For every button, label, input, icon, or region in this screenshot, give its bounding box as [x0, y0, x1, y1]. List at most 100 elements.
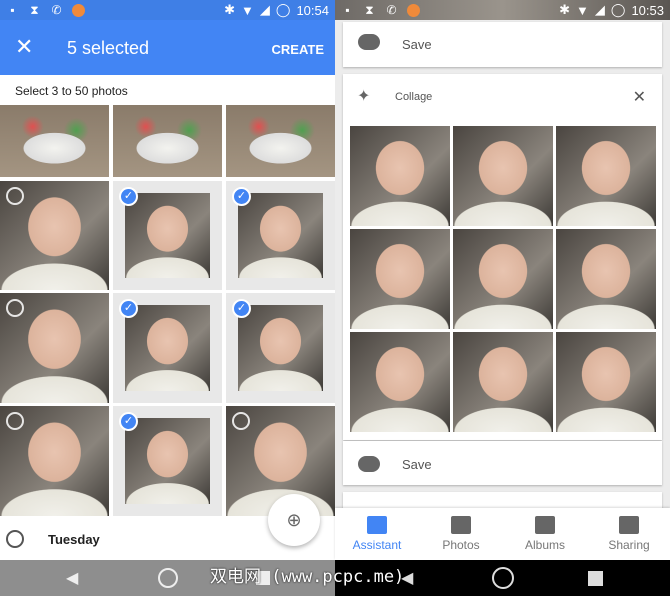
photo-thumbnail[interactable]: ✓	[113, 406, 222, 516]
collage-card: ✦ Collage ✕	[343, 74, 662, 440]
collage-photo	[350, 229, 450, 329]
photo-thumbnail[interactable]	[113, 105, 222, 177]
photo-image	[350, 126, 450, 226]
save-label: Save	[402, 37, 432, 52]
collage-photo	[556, 229, 656, 329]
wifi-icon: ▼	[576, 2, 589, 18]
tab-sharing[interactable]: Sharing	[587, 508, 670, 560]
cloud-download-icon	[358, 456, 380, 472]
back-button[interactable]: ◀	[66, 568, 78, 588]
assistant-icon	[367, 516, 387, 534]
tab-label: Albums	[524, 538, 565, 552]
create-button[interactable]: CREATE	[272, 42, 324, 57]
photo-image	[0, 105, 109, 177]
battery-icon: ◯	[610, 2, 626, 17]
selected-check-icon[interactable]: ✓	[119, 412, 138, 431]
tab-label: Photos	[442, 538, 480, 552]
recents-button[interactable]	[588, 571, 603, 586]
save-card-bottom[interactable]: Save	[343, 441, 662, 485]
tab-albums[interactable]: Albums	[503, 508, 587, 560]
albums-icon	[535, 516, 555, 534]
home-button[interactable]	[492, 567, 514, 589]
watermark: 双电网 (www.pcpc.me)	[210, 567, 405, 587]
collage-photo	[453, 332, 553, 432]
phone-icon: ✆	[51, 2, 62, 17]
app-bar: ✕ 5 selected CREATE	[0, 20, 335, 75]
photo-image	[453, 126, 553, 226]
tab-label: Assistant	[352, 538, 402, 552]
status-time: 10:54	[296, 2, 329, 18]
ram-icon	[72, 3, 85, 17]
sparkle-icon: ✦	[357, 88, 371, 105]
page-title: 5 selected	[67, 38, 150, 58]
date-label: Tuesday	[48, 532, 100, 547]
hourglass-icon: ⧗	[30, 2, 39, 17]
dismiss-icon[interactable]: ✕	[633, 87, 646, 107]
signal-icon: ◢	[594, 2, 605, 17]
bluetooth-icon: ✱	[559, 2, 571, 17]
photo-image	[453, 229, 553, 329]
photo-image	[125, 418, 210, 504]
bluetooth-icon: ✱	[224, 2, 236, 17]
tab-label: Sharing	[608, 538, 650, 552]
collage-photo	[453, 229, 553, 329]
photo-image	[453, 332, 553, 432]
photo-image	[125, 193, 210, 278]
photo-thumbnail[interactable]: ✓	[113, 181, 222, 290]
photo-image	[226, 105, 335, 177]
zoom-in-icon: ⊕	[286, 510, 302, 530]
image-icon: ▪	[345, 2, 350, 17]
hourglass-icon: ⧗	[365, 2, 374, 17]
photo-image	[350, 229, 450, 329]
photo-image	[556, 229, 656, 329]
save-label: Save	[402, 457, 432, 472]
wifi-icon: ▼	[241, 2, 254, 18]
photo-image	[556, 332, 656, 432]
photo-image	[113, 105, 222, 177]
select-date-checkbox[interactable]	[6, 530, 24, 548]
collage-photo	[453, 126, 553, 226]
home-button[interactable]	[158, 568, 178, 588]
selected-check-icon[interactable]: ✓	[232, 187, 251, 206]
selected-check-icon[interactable]: ✓	[119, 299, 138, 318]
tab-assistant[interactable]: Assistant	[335, 508, 419, 560]
select-circle[interactable]	[6, 299, 24, 317]
photo-image	[350, 332, 450, 432]
selected-check-icon[interactable]: ✓	[232, 299, 251, 318]
tab-photos[interactable]: Photos	[419, 508, 503, 560]
collage-photo	[556, 332, 656, 432]
collage-photo	[350, 126, 450, 226]
battery-icon: ◯	[275, 2, 291, 17]
photo-thumbnail[interactable]: ✓	[226, 181, 335, 290]
photo-thumbnail[interactable]: ✓	[226, 293, 335, 403]
selected-check-icon[interactable]: ✓	[119, 187, 138, 206]
image-icon: ▪	[10, 2, 15, 17]
save-card-top[interactable]: Save	[343, 22, 662, 67]
zoom-fab[interactable]: ⊕	[268, 494, 320, 546]
photos-icon	[451, 516, 471, 534]
status-bar: ▪ ⧗ ✆ ✱ ▼ ◢ ◯ 10:54	[0, 0, 335, 20]
selection-hint: Select 3 to 50 photos	[15, 84, 128, 98]
select-circle[interactable]	[6, 187, 24, 205]
sharing-icon	[619, 516, 639, 534]
status-bar: ▪ ⧗ ✆ ✱ ▼ ◢ ◯ 10:53	[335, 0, 670, 20]
photo-thumbnail[interactable]	[0, 105, 109, 177]
photo-thumbnail[interactable]	[0, 293, 109, 403]
cloud-download-icon	[358, 34, 380, 50]
select-circle[interactable]	[232, 412, 250, 430]
photo-thumbnail[interactable]	[0, 406, 109, 516]
phone-icon: ✆	[386, 2, 397, 17]
photo-image	[238, 305, 323, 391]
photo-thumbnail[interactable]	[226, 105, 335, 177]
ram-icon	[407, 3, 420, 17]
photo-thumbnail[interactable]	[0, 181, 109, 290]
collage-photo	[556, 126, 656, 226]
close-icon[interactable]: ✕	[15, 34, 33, 60]
photo-image	[556, 126, 656, 226]
signal-icon: ◢	[259, 2, 270, 17]
photo-image	[125, 305, 210, 391]
collage-title: Collage	[395, 91, 433, 103]
photo-thumbnail[interactable]: ✓	[113, 293, 222, 403]
select-circle[interactable]	[6, 412, 24, 430]
photo-image	[238, 193, 323, 278]
